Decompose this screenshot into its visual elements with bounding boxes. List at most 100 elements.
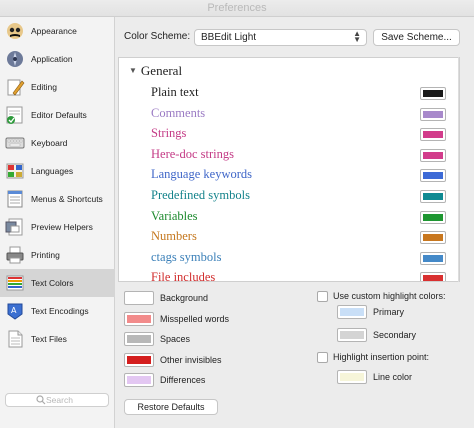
- color-swatch[interactable]: [420, 210, 446, 224]
- custom-highlight-option: Use custom highlight colors:: [317, 289, 446, 303]
- text-encodings-icon: A: [4, 300, 26, 322]
- color-swatch[interactable]: [420, 231, 446, 245]
- misspelled-words-label: Misspelled words: [160, 314, 230, 324]
- appearance-icon: [4, 20, 26, 42]
- custom-highlight-label: Use custom highlight colors:: [333, 291, 446, 301]
- color-row-name: Strings: [151, 126, 187, 141]
- text-colors-icon: [4, 272, 26, 294]
- line-color-swatch[interactable]: [337, 370, 367, 384]
- chevron-up-down-icon: ▲ ▼: [353, 29, 361, 44]
- swatch-fill: [423, 90, 443, 97]
- differences-swatch[interactable]: [124, 373, 154, 387]
- disclosure-triangle-icon[interactable]: ▼: [129, 66, 137, 75]
- misspelled-words-item: Misspelled words: [124, 311, 229, 327]
- sidebar-item-label: Editing: [31, 82, 57, 92]
- editing-icon: [4, 76, 26, 98]
- sidebar-item-editor-defaults[interactable]: Editor Defaults: [0, 101, 115, 129]
- color-row-name: Here-doc strings: [151, 146, 234, 161]
- background-swatch[interactable]: [124, 291, 154, 305]
- sidebar: Appearance Application Editing Editor De…: [0, 17, 115, 428]
- swatch-fill: [127, 376, 151, 384]
- sidebar-item-text-encodings[interactable]: A Text Encodings: [0, 297, 115, 325]
- color-row[interactable]: File includes: [119, 268, 459, 281]
- color-swatch[interactable]: [420, 190, 446, 203]
- swatch-fill: [423, 275, 443, 281]
- sidebar-item-appearance[interactable]: Appearance: [0, 17, 115, 45]
- sidebar-item-label: Languages: [31, 166, 74, 176]
- swatch-fill: [423, 254, 443, 262]
- keyboard-icon: [4, 132, 26, 154]
- save-scheme-button[interactable]: Save Scheme...: [373, 29, 460, 46]
- primary-label: Primary: [373, 307, 404, 317]
- color-swatch[interactable]: [420, 148, 446, 162]
- highlight-insertion-label: Highlight insertion point:: [333, 352, 430, 362]
- restore-defaults-button[interactable]: Restore Defaults: [124, 399, 218, 415]
- swatch-fill: [423, 193, 443, 200]
- spaces-item: Spaces: [124, 331, 190, 347]
- list-divider: [458, 57, 459, 282]
- sidebar-item-application[interactable]: Application: [0, 45, 115, 73]
- swatch-fill: [340, 308, 364, 316]
- sidebar-item-preview-helpers[interactable]: Preview Helpers: [0, 213, 115, 241]
- spaces-label: Spaces: [160, 334, 191, 344]
- color-swatch[interactable]: [420, 251, 446, 265]
- color-swatch[interactable]: [420, 128, 446, 142]
- color-scheme-select[interactable]: BBEdit Light ▲ ▼: [194, 29, 367, 46]
- sidebar-item-text-colors[interactable]: Text Colors: [0, 269, 115, 297]
- sidebar-item-label: Appearance: [31, 26, 77, 36]
- color-row[interactable]: Comments: [119, 104, 459, 124]
- sidebar-item-label: Menus & Shortcuts: [31, 194, 103, 204]
- swatch-fill: [423, 172, 443, 180]
- color-swatch[interactable]: [420, 169, 446, 183]
- color-row[interactable]: Numbers: [119, 227, 459, 247]
- other-invisibles-swatch[interactable]: [124, 353, 154, 367]
- highlight-insertion-checkbox[interactable]: [317, 351, 328, 363]
- swatch-fill: [127, 315, 151, 323]
- color-row[interactable]: Predefined symbols: [119, 186, 459, 206]
- color-row[interactable]: Variables: [119, 207, 459, 227]
- color-list: ▼ General Plain text Comments Strings Here-d…: [118, 57, 460, 282]
- sidebar-item-editing[interactable]: Editing: [0, 73, 115, 101]
- swatch-fill: [127, 335, 151, 343]
- menus-shortcuts-icon: [4, 188, 26, 210]
- sidebar-item-label: Keyboard: [31, 138, 68, 148]
- swatch-fill: [423, 131, 443, 139]
- color-row-name: Numbers: [151, 229, 197, 244]
- misspelled-words-swatch[interactable]: [124, 312, 154, 326]
- swatch-fill: [423, 234, 443, 242]
- color-row[interactable]: Plain text: [119, 83, 459, 103]
- color-row[interactable]: Strings: [119, 124, 459, 144]
- color-scheme-value: BBEdit Light: [201, 32, 257, 43]
- swatch-fill: [423, 110, 443, 118]
- printer-icon: [4, 244, 26, 266]
- spaces-swatch[interactable]: [124, 332, 154, 346]
- primary-highlight-swatch[interactable]: [337, 305, 367, 319]
- sidebar-item-menus-shortcuts[interactable]: Menus & Shortcuts: [0, 185, 115, 213]
- swatch-fill: [423, 151, 443, 159]
- color-swatch[interactable]: [420, 87, 446, 100]
- search-input[interactable]: Search: [5, 393, 109, 407]
- color-row[interactable]: Here-doc strings: [119, 145, 459, 165]
- color-row[interactable]: ctags symbols: [119, 248, 459, 268]
- preview-helpers-icon: [4, 216, 26, 238]
- sidebar-item-printing[interactable]: Printing: [0, 241, 115, 269]
- swatch-fill: [423, 213, 443, 221]
- search-icon: [36, 395, 46, 405]
- sidebar-item-languages[interactable]: Languages: [0, 157, 115, 185]
- color-swatch[interactable]: [420, 107, 446, 121]
- window-title: Preferences: [0, 0, 474, 17]
- other-invisibles-label: Other invisibles: [160, 355, 222, 365]
- editor-defaults-icon: [4, 104, 26, 126]
- color-row-name: Predefined symbols: [151, 188, 250, 202]
- other-invisibles-item: Other invisibles: [124, 352, 222, 368]
- sidebar-item-keyboard[interactable]: Keyboard: [0, 129, 115, 157]
- custom-highlight-checkbox[interactable]: [317, 290, 328, 302]
- color-row-name: Language keywords: [151, 167, 253, 182]
- sidebar-item-label: Text Files: [31, 334, 67, 344]
- sidebar-item-text-files[interactable]: Text Files: [0, 325, 115, 353]
- color-swatch[interactable]: [420, 272, 446, 281]
- general-group-header[interactable]: ▼ General: [129, 63, 182, 79]
- secondary-highlight-swatch[interactable]: [337, 328, 367, 342]
- color-row[interactable]: Language keywords: [119, 165, 459, 185]
- color-row-name: Comments: [151, 105, 206, 120]
